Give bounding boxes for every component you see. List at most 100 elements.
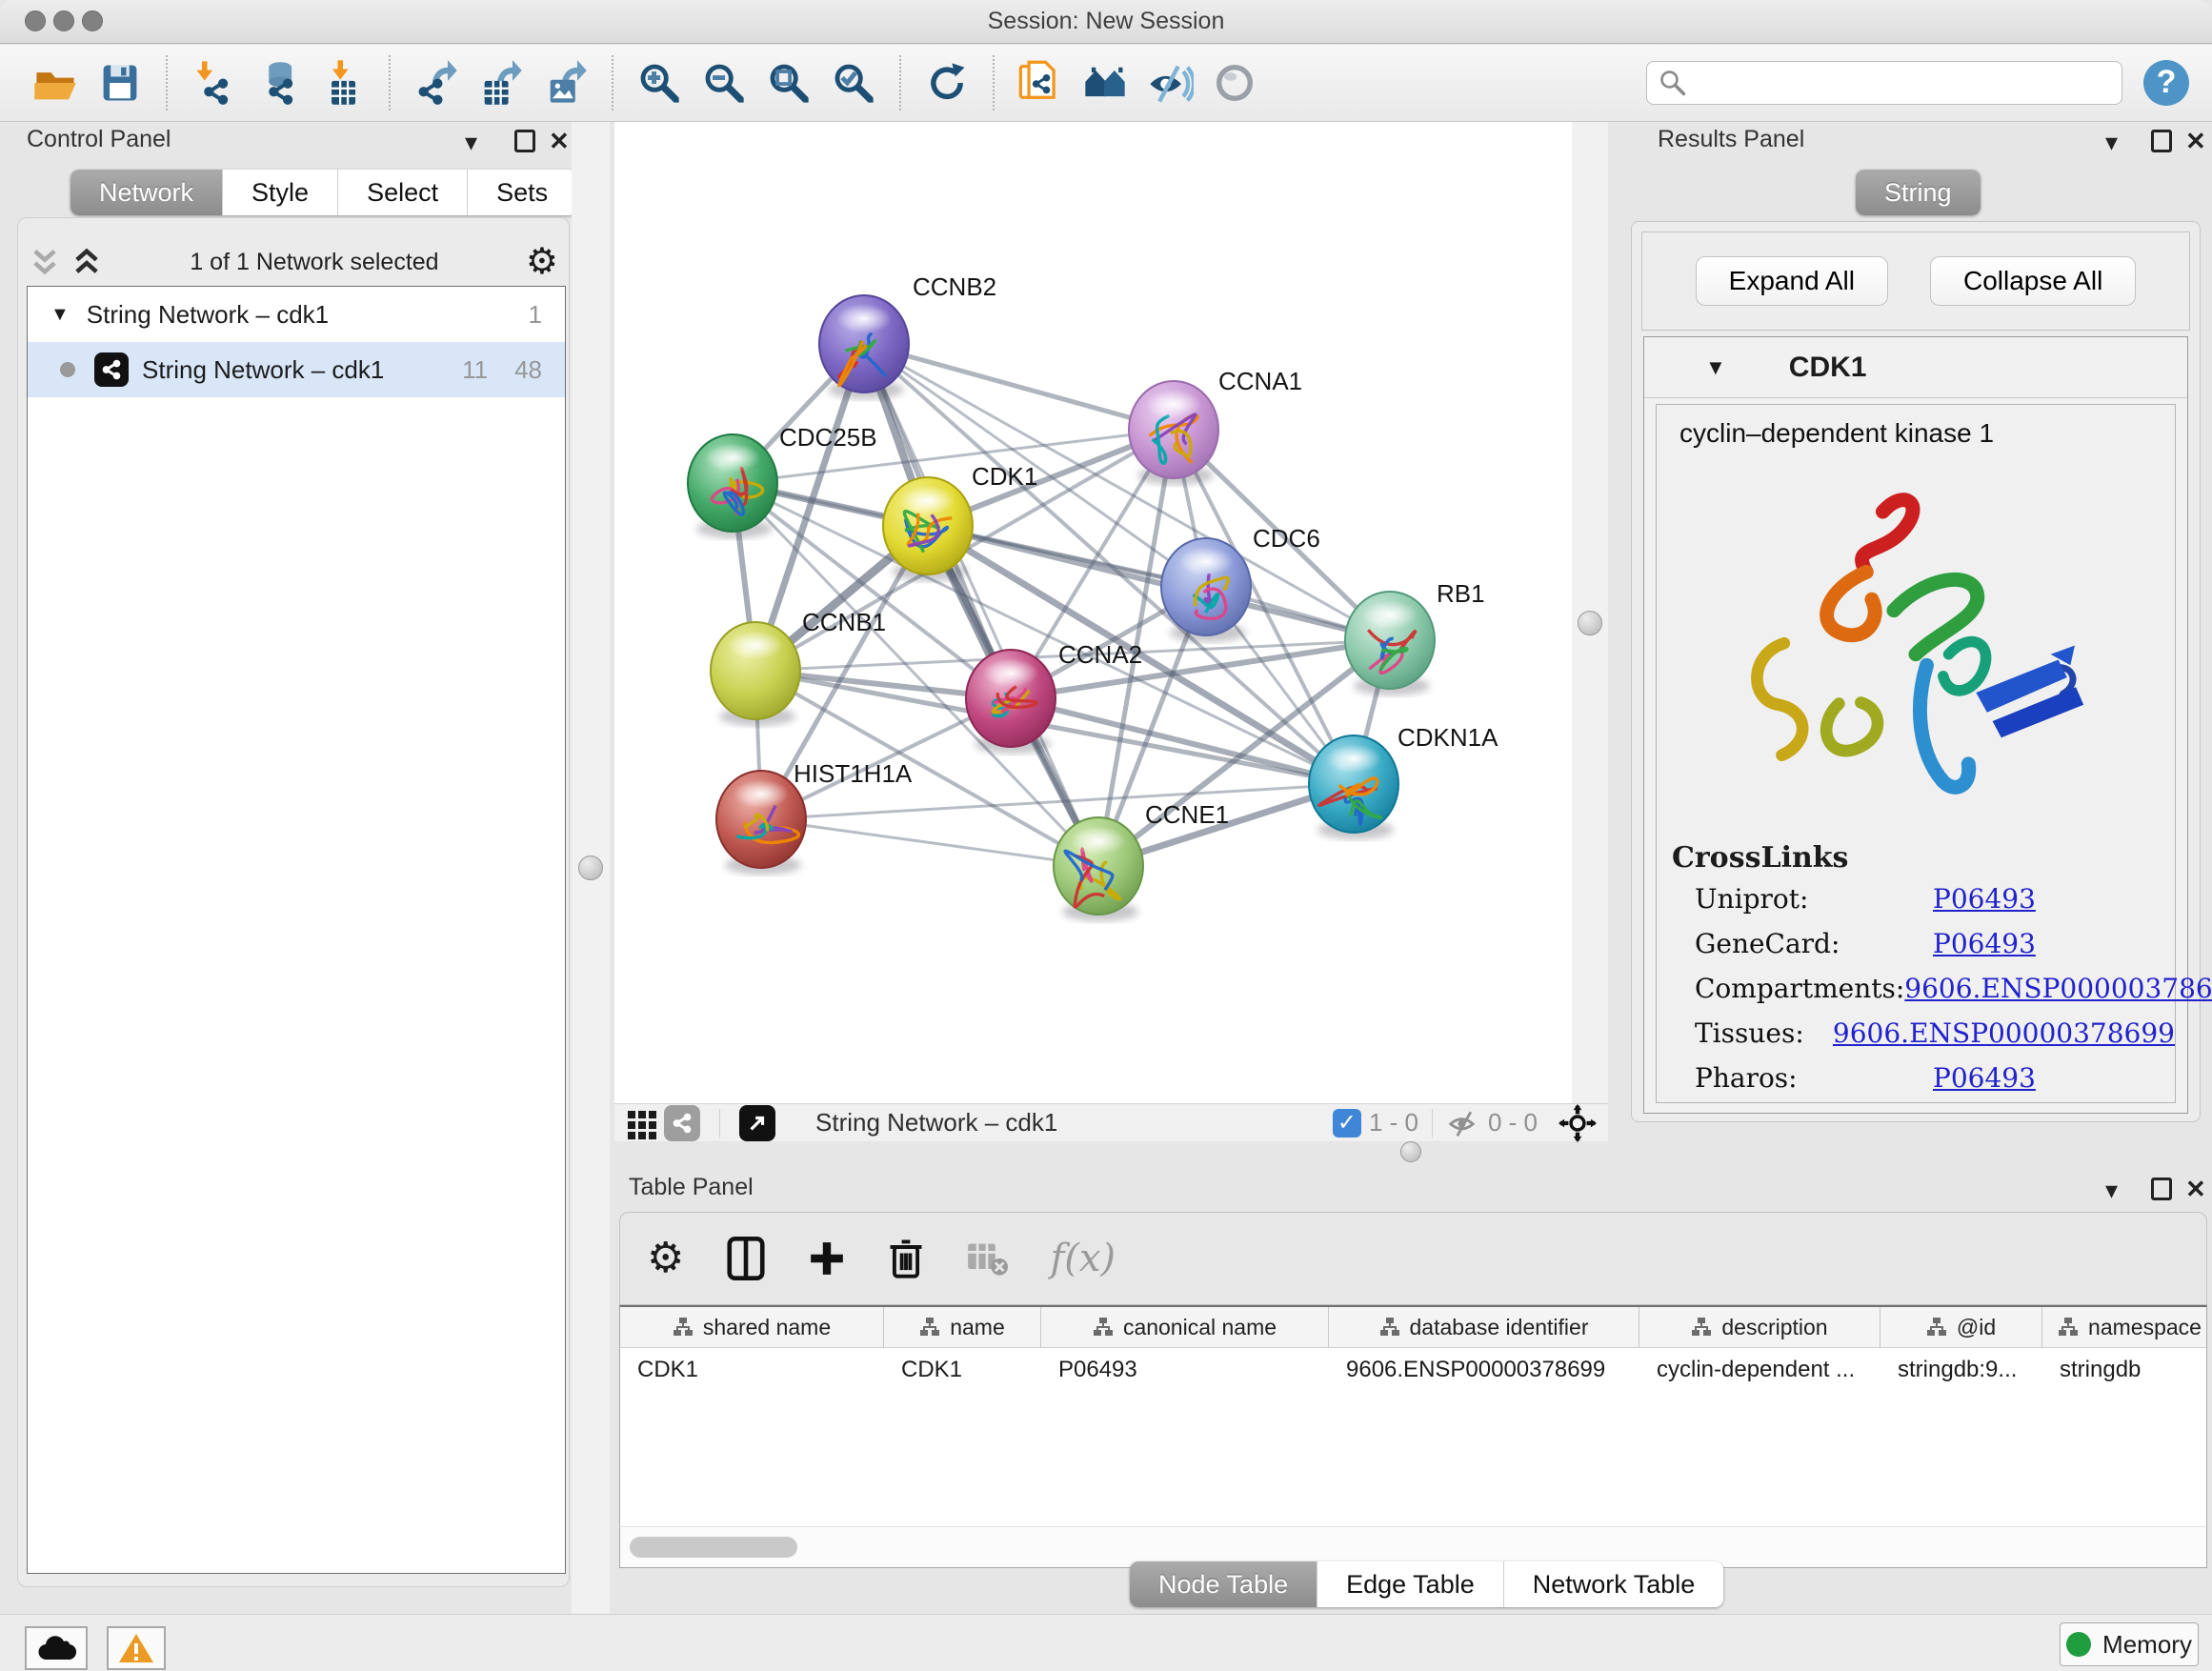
gear-icon[interactable]: ⚙ <box>526 244 558 280</box>
crosslink-link[interactable]: P06493 <box>1933 1062 2036 1094</box>
column-header-@id[interactable]: @id <box>1880 1307 2042 1347</box>
selected-checkbox-icon[interactable]: ✓ <box>1333 1109 1361 1137</box>
crosslink-link[interactable]: P06493 <box>1933 883 2036 915</box>
crosslink-link[interactable]: 9606.ENSP00000378699 <box>1833 1017 2175 1049</box>
cloud-button[interactable] <box>25 1626 88 1670</box>
network-canvas[interactable]: CCNB2CCNA1CDC25BCDK1CDC6RB1CCNB1CCNA2CDK… <box>614 122 1572 1103</box>
warnings-button[interactable] <box>107 1626 166 1670</box>
collapse-caret-icon[interactable]: ▼ <box>50 304 70 326</box>
horizontal-splitter-handle[interactable] <box>1400 1141 1421 1162</box>
right-splitter-handle[interactable] <box>1578 611 1602 635</box>
open-session-icon[interactable] <box>31 59 79 107</box>
collection-count: 1 <box>529 300 542 330</box>
table-tabs: Node TableEdge TableNetwork Table <box>1130 1561 1723 1607</box>
column-header-name[interactable]: name <box>884 1307 1041 1347</box>
node-label: CCNB2 <box>913 272 996 301</box>
zoom-selected-icon[interactable] <box>830 59 877 107</box>
gene-header-row[interactable]: ▼ CDK1 <box>1644 337 2187 398</box>
delete-column-icon[interactable] <box>888 1238 924 1279</box>
network-node-CDC6[interactable]: CDC6 <box>1161 524 1320 642</box>
crosslink-link[interactable]: P06493 <box>1933 928 2036 959</box>
crosslink-label: Uniprot: <box>1695 883 1933 915</box>
import-table-icon[interactable] <box>319 59 367 107</box>
control-panel-close-icon[interactable]: ✕ <box>549 127 570 156</box>
column-header-shared-name[interactable]: shared name <box>620 1307 884 1347</box>
network-badge-icon[interactable] <box>664 1105 700 1141</box>
network-list-toolbar: 1 of 1 Network selected ⚙ <box>29 240 558 284</box>
tab-sets[interactable]: Sets <box>468 170 576 215</box>
toolbar-search[interactable] <box>1646 61 2122 105</box>
network-node-CCNE1[interactable]: CCNE1 <box>1054 800 1229 921</box>
network-view[interactable]: CCNB2CCNA1CDC25BCDK1CDC6RB1CCNB1CCNA2CDK… <box>614 122 1572 1103</box>
tab-select[interactable]: Select <box>338 170 468 215</box>
column-type-icon <box>1093 1317 1114 1338</box>
network-node-CCNB2[interactable]: CCNB2 <box>819 272 996 399</box>
tab-edge-table[interactable]: Edge Table <box>1317 1561 1504 1607</box>
toolbar-separator <box>993 55 995 111</box>
tab-network-table[interactable]: Network Table <box>1504 1561 1724 1607</box>
column-header-canonical-name[interactable]: canonical name <box>1041 1307 1329 1347</box>
table-panel-close-icon[interactable]: ✕ <box>2185 1175 2206 1204</box>
node-label: CDC6 <box>1253 524 1320 553</box>
tab-style[interactable]: Style <box>223 170 338 215</box>
table-cell: P06493 <box>1041 1357 1329 1383</box>
left-splitter-handle[interactable] <box>578 856 603 880</box>
collapse-all-icon[interactable] <box>29 246 61 278</box>
table-row[interactable]: CDK1CDK1P064939606.ENSP00000378699cyclin… <box>620 1348 2206 1392</box>
refresh-icon[interactable] <box>923 59 971 107</box>
column-header-namespace[interactable]: namespace <box>2042 1307 2207 1347</box>
scrollbar-thumb[interactable] <box>630 1537 797 1558</box>
hidden-eye-icon[interactable] <box>1446 1106 1480 1140</box>
horizontal-splitter[interactable] <box>614 1141 2212 1166</box>
tab-string[interactable]: String <box>1856 170 1981 215</box>
export-image-icon[interactable] <box>542 59 590 107</box>
results-panel-float-icon[interactable] <box>2151 130 2172 152</box>
results-panel-menu-icon[interactable]: ▾ <box>2105 128 2118 157</box>
hide-graphics-icon[interactable] <box>1146 59 1194 107</box>
add-column-icon[interactable] <box>808 1239 846 1278</box>
network-node-RB1[interactable]: RB1 <box>1345 579 1485 695</box>
tab-network[interactable]: Network <box>70 170 223 215</box>
network-collection-row[interactable]: ▼ String Network – cdk1 1 <box>28 287 565 342</box>
section-caret-icon[interactable]: ▼ <box>1705 355 1726 380</box>
tab-node-table[interactable]: Node Table <box>1130 1561 1317 1607</box>
grid-view-icon[interactable] <box>626 1107 658 1139</box>
crosslink-row: Pharos:P06493 <box>1657 1056 2175 1100</box>
network-row[interactable]: String Network – cdk1 11 48 <box>28 342 565 397</box>
crosshair-icon[interactable] <box>1558 1104 1597 1142</box>
bottom-statusbar: Memory <box>0 1614 2212 1671</box>
search-input[interactable] <box>1687 70 2087 96</box>
table-panel-menu-icon[interactable]: ▾ <box>2105 1176 2118 1205</box>
show-graphics-details-icon[interactable] <box>1211 59 1258 107</box>
control-panel-float-icon[interactable] <box>514 130 535 152</box>
open-in-window-icon[interactable] <box>739 1105 775 1141</box>
zoom-in-icon[interactable] <box>635 59 683 107</box>
network-node-CDKN1A[interactable]: CDKN1A <box>1309 723 1498 839</box>
help-icon[interactable]: ? <box>2143 60 2189 106</box>
control-panel-menu-icon[interactable]: ▾ <box>465 128 477 157</box>
expand-all-button[interactable]: Expand All <box>1696 256 1888 306</box>
import-network-from-database-icon[interactable] <box>254 59 302 107</box>
export-table-icon[interactable] <box>477 59 525 107</box>
expand-all-icon[interactable] <box>70 246 103 278</box>
crosslink-label: Pharos: <box>1695 1062 1933 1094</box>
import-network-icon[interactable] <box>190 59 237 107</box>
results-panel-close-icon[interactable]: ✕ <box>2185 127 2206 156</box>
column-label: shared name <box>703 1315 831 1340</box>
show-columns-icon[interactable] <box>726 1237 766 1280</box>
right-splitter[interactable] <box>1572 122 1608 1103</box>
save-session-icon[interactable] <box>96 59 144 107</box>
export-network-icon[interactable] <box>412 59 460 107</box>
table-settings-gear-icon[interactable]: ⚙ <box>647 1238 684 1279</box>
table-panel-float-icon[interactable] <box>2151 1178 2172 1200</box>
crosslink-link[interactable]: 9606.ENSP00000378699 <box>1904 973 2212 1004</box>
zoom-out-icon[interactable] <box>700 59 748 107</box>
column-header-description[interactable]: description <box>1639 1307 1880 1347</box>
left-splitter[interactable] <box>572 122 610 1614</box>
column-header-database-identifier[interactable]: database identifier <box>1329 1307 1639 1347</box>
zoom-fit-icon[interactable] <box>765 59 813 107</box>
share-document-icon[interactable] <box>1016 59 1064 107</box>
memory-button[interactable]: Memory <box>2060 1622 2199 1666</box>
home-icon[interactable] <box>1081 59 1129 107</box>
collapse-all-button[interactable]: Collapse All <box>1930 256 2136 306</box>
